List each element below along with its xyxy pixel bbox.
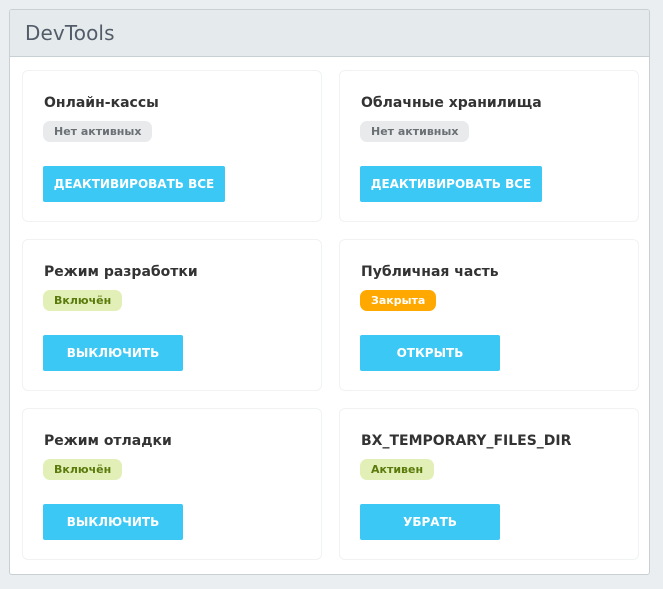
tools-grid: Онлайн-кассы Нет активных Деактивировать…: [10, 57, 649, 574]
panel-title: DevTools: [25, 21, 115, 45]
deactivate-all-button[interactable]: Деактивировать все: [360, 166, 542, 202]
card-title: BX_TEMPORARY_FILES_DIR: [361, 433, 572, 449]
card-title: Облачные хранилища: [361, 95, 542, 111]
status-badge: Нет активных: [360, 121, 470, 142]
remove-button[interactable]: Убрать: [360, 504, 500, 540]
open-button[interactable]: Открыть: [360, 335, 500, 371]
devtools-panel: DevTools Онлайн-кассы Нет активных Деакт…: [9, 9, 650, 575]
status-badge: Включён: [43, 459, 123, 480]
card-title: Режим разработки: [44, 264, 198, 280]
card-title: Режим отладки: [44, 433, 172, 449]
panel-header: DevTools: [10, 10, 649, 57]
card-online-cash-registers: Онлайн-кассы Нет активных Деактивировать…: [22, 70, 322, 222]
card-debug-mode: Режим отладки Включён Выключить: [22, 408, 322, 560]
status-badge: Активен: [360, 459, 435, 480]
card-title: Онлайн-кассы: [44, 95, 159, 111]
card-temporary-files-dir: BX_TEMPORARY_FILES_DIR Активен Убрать: [339, 408, 639, 560]
status-badge: Нет активных: [43, 121, 153, 142]
card-cloud-storage: Облачные хранилища Нет активных Деактиви…: [339, 70, 639, 222]
status-badge: Закрыта: [360, 290, 437, 311]
deactivate-all-button[interactable]: Деактивировать все: [43, 166, 225, 202]
turn-off-button[interactable]: Выключить: [43, 335, 183, 371]
card-development-mode: Режим разработки Включён Выключить: [22, 239, 322, 391]
status-badge: Включён: [43, 290, 123, 311]
turn-off-button[interactable]: Выключить: [43, 504, 183, 540]
card-public-section: Публичная часть Закрыта Открыть: [339, 239, 639, 391]
card-title: Публичная часть: [361, 264, 499, 280]
